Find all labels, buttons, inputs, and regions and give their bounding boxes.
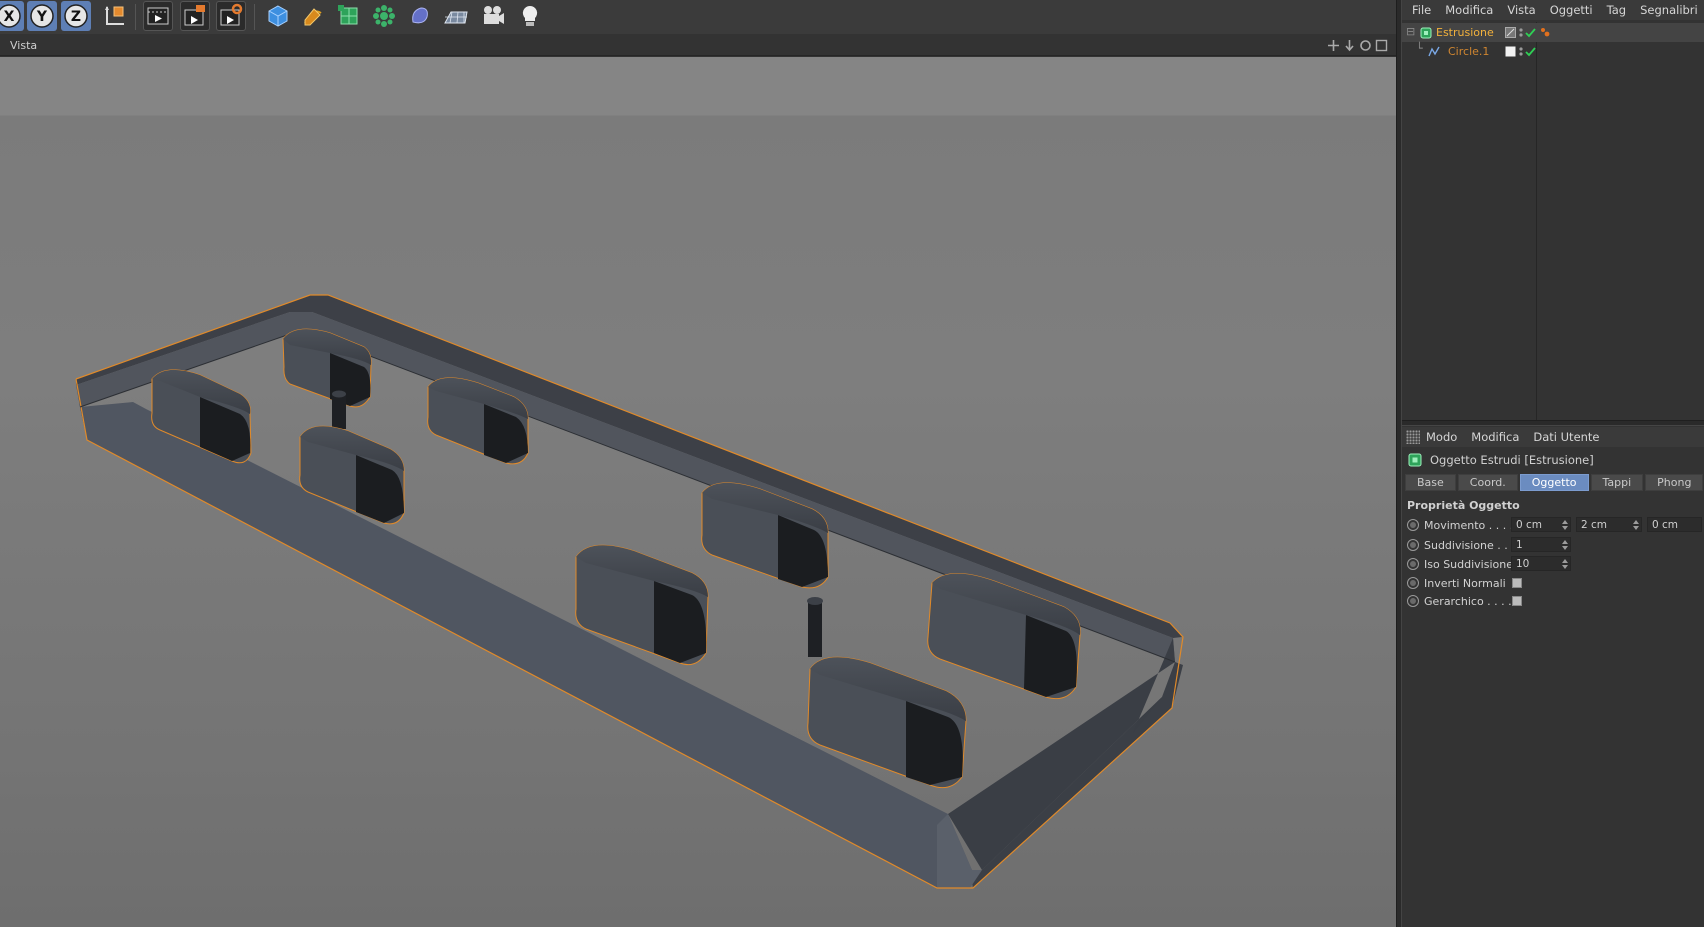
axis-x-icon[interactable]: X (0, 1, 24, 31)
render-view-icon[interactable] (143, 1, 173, 31)
attribute-manager: Oggetto Estrudi [Estrusione] Base Coord.… (1402, 449, 1704, 927)
tab-oggetto[interactable]: Oggetto (1519, 474, 1589, 491)
tree-branch-icon: └ (1416, 42, 1423, 55)
pin-2 (808, 601, 822, 657)
animate-radio[interactable] (1407, 558, 1419, 570)
movimento-x-input[interactable]: 0 cm (1511, 517, 1571, 532)
prop-label-iso: Iso Suddivisione (1424, 557, 1513, 571)
object-list: ⊟ Estrusione └ Circle.1 (1402, 22, 1704, 420)
camera-icon[interactable] (478, 1, 508, 31)
prop-movimento: Movimento . . . . (1407, 517, 1513, 533)
object-row-estrusione[interactable]: ⊟ Estrusione (1402, 23, 1704, 42)
movimento-y-value: 2 cm (1581, 518, 1608, 531)
movimento-z-input[interactable]: 0 cm (1647, 517, 1702, 532)
menu-modifica[interactable]: Modifica (1445, 3, 1493, 17)
menu-segnalibri[interactable]: Segnalibri (1640, 3, 1698, 17)
prop-iso-suddivisione: Iso Suddivisione (1407, 556, 1513, 572)
suddivisione-input[interactable]: 1 (1511, 537, 1571, 552)
extrude-icon (1420, 27, 1432, 39)
menu-oggetti[interactable]: Oggetti (1550, 3, 1593, 17)
object-manager-menubar: File Modifica Vista Oggetti Tag Segnalib… (1402, 0, 1704, 20)
menu-dati-utente[interactable]: Dati Utente (1533, 430, 1599, 444)
layer-color-icon[interactable] (1505, 46, 1516, 57)
viewport-title: Vista (10, 39, 38, 52)
movimento-y-input[interactable]: 2 cm (1576, 517, 1642, 532)
extrusion-scene (75, 294, 1184, 889)
coordinate-system-icon[interactable] (99, 1, 129, 31)
layer-icon[interactable] (1505, 27, 1516, 38)
menu-file[interactable]: File (1412, 3, 1431, 17)
object-row-circle[interactable]: └ Circle.1 (1402, 42, 1704, 61)
menu-modifica[interactable]: Modifica (1471, 430, 1519, 444)
prop-label-inverti: Inverti Normali (1424, 576, 1506, 590)
suddivisione-value: 1 (1516, 538, 1523, 551)
prop-label-gerarchico: Gerarchico . . . . . (1424, 594, 1519, 608)
prop-inverti-normali: Inverti Normali (1407, 575, 1506, 591)
3d-viewport[interactable] (0, 57, 1396, 927)
iso-value: 10 (1516, 557, 1530, 570)
floor-icon[interactable] (441, 1, 471, 31)
light-icon[interactable] (515, 1, 545, 31)
cube-primitive-icon[interactable] (263, 1, 293, 31)
enabled-check-icon[interactable] (1525, 46, 1536, 57)
movimento-z-value: 0 cm (1652, 518, 1679, 531)
prop-label-movimento: Movimento . . . . (1424, 518, 1514, 532)
animate-radio[interactable] (1407, 577, 1419, 589)
deformer-icon[interactable] (405, 1, 435, 31)
iso-suddivisione-input[interactable]: 10 (1511, 556, 1571, 571)
tab-base[interactable]: Base (1405, 474, 1456, 491)
grip-handle-icon[interactable] (1406, 430, 1420, 444)
prop-label-suddivisione: Suddivisione . . . (1424, 538, 1515, 552)
inverti-normali-checkbox[interactable] (1512, 578, 1522, 588)
panel-splitter-horizontal[interactable] (1402, 420, 1704, 426)
extrude-icon (1408, 453, 1422, 467)
render-settings-icon[interactable] (216, 1, 246, 31)
tab-coord[interactable]: Coord. (1457, 474, 1518, 491)
menu-modo[interactable]: Modo (1426, 430, 1457, 444)
animate-radio[interactable] (1407, 519, 1419, 531)
attribute-manager-menubar: Modo Modifica Dati Utente (1402, 427, 1704, 447)
axis-y-label: Y (36, 9, 48, 25)
spline-circle-icon (1428, 46, 1440, 58)
section-title: Proprietà Oggetto (1407, 499, 1520, 512)
pin-1 (332, 394, 346, 429)
cloner-icon[interactable] (369, 1, 399, 31)
gerarchico-checkbox[interactable] (1512, 596, 1522, 606)
pen-spline-icon[interactable] (298, 1, 328, 31)
attribute-tabs: Base Coord. Oggetto Tappi Phong (1405, 474, 1704, 491)
pin-1-cap (332, 390, 346, 398)
maximize-view-icon[interactable] (1375, 39, 1388, 52)
object-name-estrusione[interactable]: Estrusione (1436, 26, 1494, 39)
tag-icon[interactable] (1540, 27, 1551, 38)
rotate-view-icon[interactable] (1359, 39, 1372, 52)
axis-y-icon[interactable]: Y (27, 1, 57, 31)
enabled-check-icon[interactable] (1525, 27, 1536, 38)
subdivision-surface-icon[interactable] (334, 1, 364, 31)
menu-vista[interactable]: Vista (1507, 3, 1535, 17)
move-view-icon[interactable] (1327, 39, 1340, 52)
viewport-header: Vista (0, 36, 1396, 56)
collapse-icon[interactable]: ⊟ (1406, 25, 1415, 38)
wall-front (80, 402, 972, 888)
axis-x-label: X (4, 9, 15, 25)
zoom-view-icon[interactable] (1343, 39, 1356, 52)
attribute-title-text: Oggetto Estrudi [Estrusione] (1430, 453, 1594, 467)
animate-radio[interactable] (1407, 595, 1419, 607)
menu-tag[interactable]: Tag (1607, 3, 1626, 17)
tab-phong[interactable]: Phong (1645, 474, 1704, 491)
render-picture-viewer-icon[interactable] (180, 1, 210, 31)
movimento-x-value: 0 cm (1516, 518, 1543, 531)
object-name-circle[interactable]: Circle.1 (1448, 45, 1489, 58)
prop-gerarchico: Gerarchico . . . . . (1407, 593, 1519, 609)
attribute-title: Oggetto Estrudi [Estrusione] (1408, 453, 1594, 467)
prop-suddivisione: Suddivisione . . . (1407, 537, 1515, 553)
pin-2-cap (807, 597, 823, 605)
axis-z-icon[interactable]: Z (61, 1, 91, 31)
animate-radio[interactable] (1407, 539, 1419, 551)
axis-z-label: Z (71, 9, 81, 25)
tab-tappi[interactable]: Tappi (1590, 474, 1644, 491)
main-toolbar: X Y Z (0, 0, 1396, 34)
object-list-column-divider[interactable] (1536, 22, 1537, 420)
